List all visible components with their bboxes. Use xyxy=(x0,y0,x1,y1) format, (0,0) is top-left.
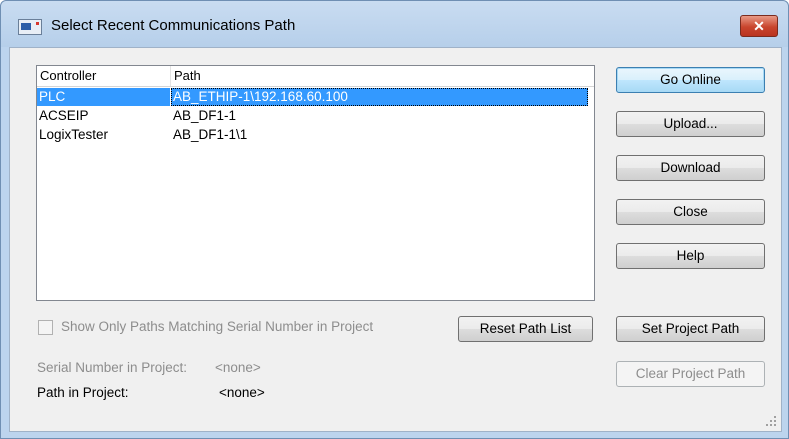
serial-number-label: Serial Number in Project: xyxy=(37,360,188,375)
set-project-path-button[interactable]: Set Project Path xyxy=(616,316,765,342)
close-button[interactable]: Close xyxy=(616,199,765,225)
recent-paths-list[interactable]: Controller Path PLC AB_ETHIP-1\192.168.6… xyxy=(36,65,595,301)
title-bar[interactable]: Select Recent Communications Path ✕ xyxy=(1,1,788,47)
show-only-matching-label: Show Only Paths Matching Serial Number i… xyxy=(61,319,374,334)
list-header: Controller Path xyxy=(37,66,594,87)
serial-number-value: <none> xyxy=(215,360,261,375)
list-row[interactable]: ACSEIP AB_DF1-1 xyxy=(37,107,594,125)
go-online-button[interactable]: Go Online xyxy=(616,67,765,93)
show-only-matching-checkbox[interactable] xyxy=(38,320,53,335)
controller-cell: ACSEIP xyxy=(39,108,89,123)
path-cell: AB_DF1-1\1 xyxy=(173,127,248,142)
path-in-project-label: Path in Project: xyxy=(37,385,129,400)
path-in-project-value: <none> xyxy=(219,385,265,400)
upload-button[interactable]: Upload... xyxy=(616,111,765,137)
list-row[interactable]: LogixTester AB_DF1-1\1 xyxy=(37,126,594,144)
path-cell: AB_ETHIP-1\192.168.60.100 xyxy=(171,88,588,106)
dialog-client-area: Controller Path PLC AB_ETHIP-1\192.168.6… xyxy=(9,47,782,432)
reset-path-list-button[interactable]: Reset Path List xyxy=(458,316,593,342)
download-button[interactable]: Download xyxy=(616,155,765,181)
resize-grip[interactable] xyxy=(764,414,778,428)
column-header-controller[interactable]: Controller xyxy=(37,66,171,86)
close-icon: ✕ xyxy=(753,18,765,34)
help-button[interactable]: Help xyxy=(616,243,765,269)
dialog-window: Select Recent Communications Path ✕ Cont… xyxy=(0,0,789,439)
app-window-icon xyxy=(18,19,42,35)
controller-cell: LogixTester xyxy=(39,127,109,142)
list-row[interactable]: PLC AB_ETHIP-1\192.168.60.100 xyxy=(37,88,594,106)
controller-cell: PLC xyxy=(37,88,170,106)
path-cell: AB_DF1-1 xyxy=(173,108,237,123)
window-close-button[interactable]: ✕ xyxy=(740,15,778,37)
column-header-path[interactable]: Path xyxy=(171,66,584,86)
clear-project-path-button[interactable]: Clear Project Path xyxy=(616,361,765,387)
window-title: Select Recent Communications Path xyxy=(51,17,296,34)
